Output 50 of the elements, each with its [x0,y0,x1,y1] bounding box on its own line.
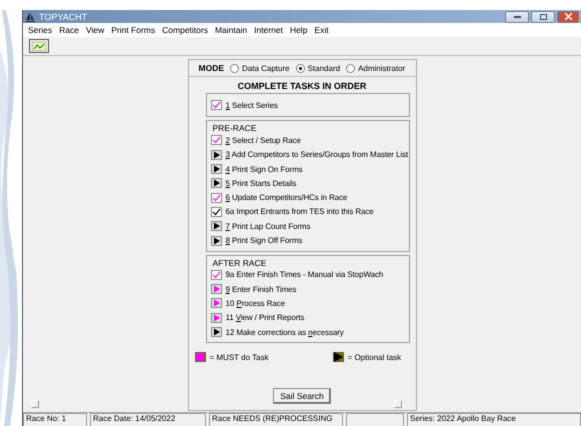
close-button[interactable] [557,10,579,22]
task-link[interactable]: 2 Select / Setup Race [226,136,301,145]
mode-radio[interactable]: Administrator [346,64,406,72]
sail-search-button[interactable]: Sail Search [273,388,331,404]
legend-label: = Optional task [348,352,402,362]
status-field-empty [346,413,404,426]
maximize-icon [540,14,546,20]
minimize-button[interactable] [505,10,529,22]
status-field: Race No: 1 [23,413,87,426]
minimize-icon [514,16,520,18]
menu-item[interactable]: Competitors [162,25,208,35]
task-link[interactable]: 12 Make corrections as necessary [226,328,344,336]
task-link[interactable]: 9 Enter Finish Times [226,284,296,294]
window-title: TOPYACHT [39,12,88,22]
task-link[interactable]: 1 Select Series [226,100,278,110]
menu-item[interactable]: Series [28,25,52,35]
status-field: Race Date: 14/05/2022 [90,413,206,426]
task-link[interactable]: 4 Print Sign On Forms [226,164,303,174]
toolbar-button[interactable] [29,39,49,53]
status-field: Series: 2022 Apollo Bay Race [407,413,581,426]
menu-item[interactable]: View [86,25,104,35]
group-title: PRE-RACE [212,123,258,134]
mode-radio[interactable]: Data Capture [230,64,290,72]
mode-label: MODE [198,63,224,73]
task-link[interactable]: 6a Import Entrants from TES into this Race [226,207,374,216]
group-title: AFTER RACE [212,258,268,268]
task-link[interactable]: 6 Update Competitors/HCs in Race [226,193,348,202]
task-link[interactable]: 5 Print Starts Details [226,178,296,188]
menu-item[interactable]: Internet [254,25,283,35]
panel-heading: COMPLETE TASKS IN ORDER [236,80,368,93]
task-link[interactable]: 7 Print Lap Count Forms [226,222,310,231]
status-field: Race NEEDS (RE)PROCESSING [209,413,343,426]
chart-icon [32,42,46,50]
menu-item[interactable]: Print Forms [111,25,156,35]
menu-item[interactable]: Help [290,25,308,35]
mode-radio[interactable]: Standard [296,64,340,72]
grip-icon [31,400,39,408]
grip-icon [394,400,402,408]
task-link[interactable]: 3 Add Competitors to Series/Groups from Master List [226,150,408,160]
menu-item[interactable]: Race [59,25,79,35]
task-link[interactable]: 8 Print Sign Off Forms [226,236,302,246]
task-link[interactable]: 10 Process Race [226,298,285,308]
menu-item[interactable]: Exit [314,25,329,35]
legend-label: = MUST do Task [210,352,269,362]
sailboat-icon [26,12,35,22]
menu-item[interactable]: Maintain [214,25,248,35]
close-icon [564,13,572,20]
maximize-button[interactable] [531,10,555,22]
task-link[interactable]: 11 View / Print Reports [226,313,304,322]
task-link[interactable]: 9a Enter Finish Times - Manual via StopWach [226,270,384,280]
